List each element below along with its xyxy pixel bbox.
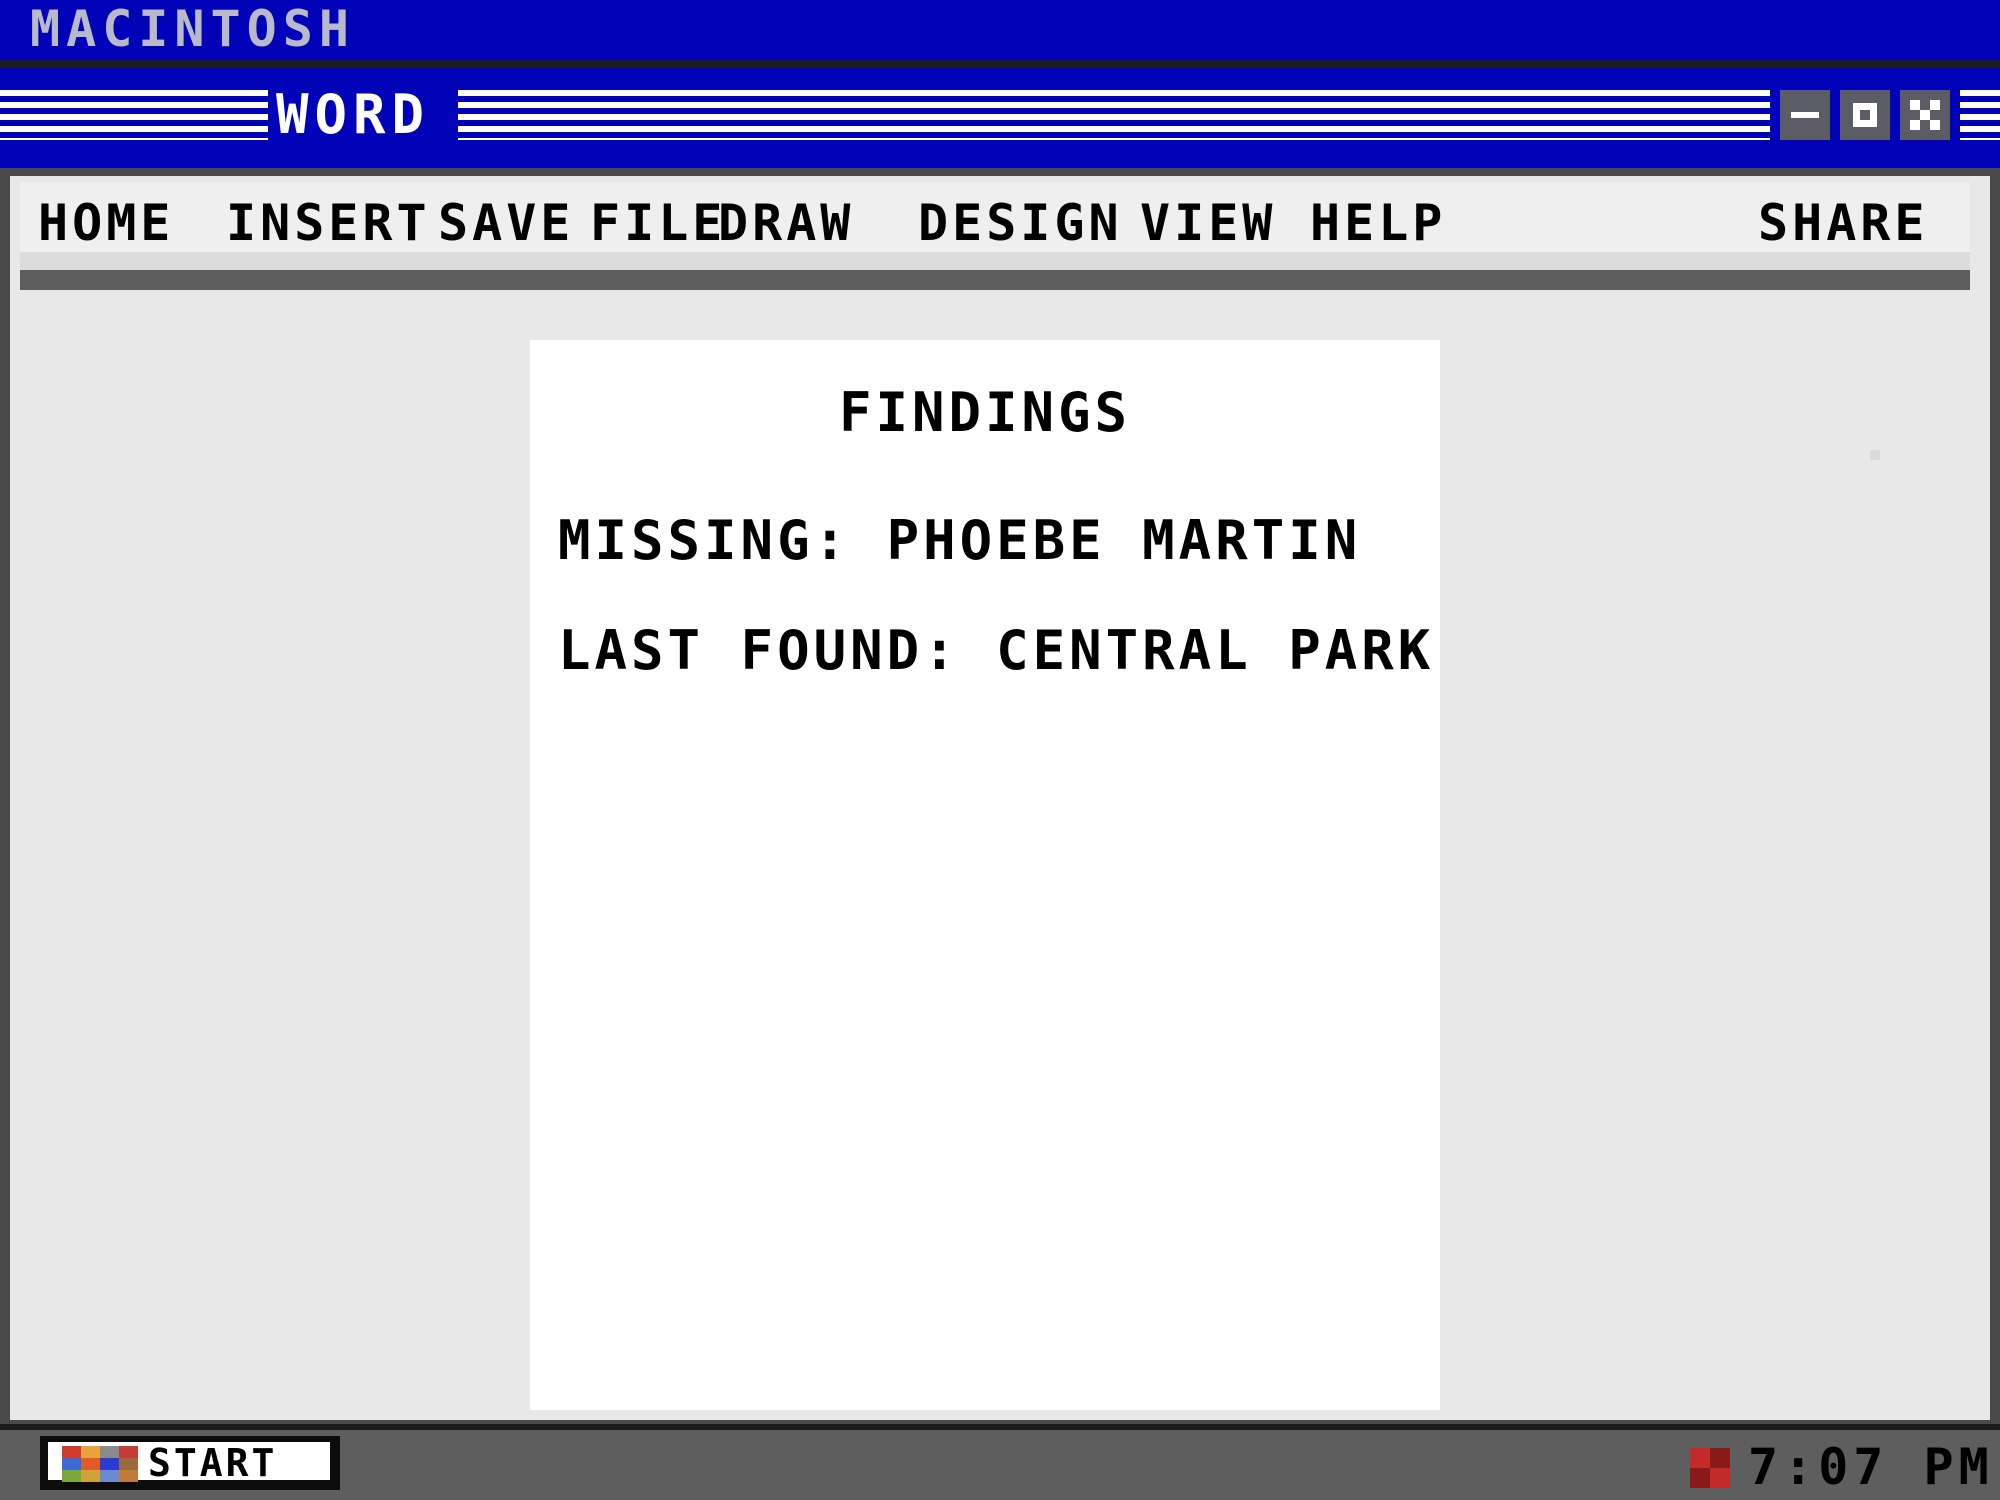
title-stripes-middle (458, 90, 1770, 140)
menu-item-view[interactable]: VIEW (1140, 198, 1276, 248)
ruler-bar (20, 270, 1970, 290)
share-button[interactable]: SHARE (1758, 198, 1929, 248)
desktop-screen: MACINTOSH WORD HOME INSERT SAVE FILE DRA… (0, 0, 2000, 1500)
title-stripes-right (1960, 90, 2000, 140)
start-logo-icon (62, 1446, 138, 1482)
document-line-missing: MISSING: PHOEBE MARTIN (558, 509, 1362, 572)
document-title: FINDINGS (838, 381, 1132, 444)
menu-bar: HOME INSERT SAVE FILE DRAW DESIGN VIEW H… (20, 182, 1970, 252)
start-label: START (148, 1441, 278, 1485)
menu-item-help[interactable]: HELP (1310, 198, 1446, 248)
window-title-bar[interactable]: WORD (0, 68, 2000, 168)
window-title: WORD (276, 83, 431, 146)
minimize-icon (1791, 112, 1819, 118)
menu-item-insert[interactable]: INSERT (226, 198, 431, 248)
tray-status-icon[interactable] (1690, 1448, 1730, 1488)
menu-item-home[interactable]: HOME (38, 198, 174, 248)
canvas-speck (1870, 450, 1880, 460)
toolbar-strip (20, 252, 1970, 270)
taskbar-clock: 7:07 PM (1748, 1438, 1994, 1496)
system-title: MACINTOSH (30, 0, 355, 58)
system-menu-bar: MACINTOSH (0, 0, 2000, 60)
title-stripes-left (0, 90, 268, 140)
system-bar-divider (0, 60, 2000, 68)
start-button[interactable]: START (40, 1436, 340, 1490)
close-button[interactable] (1900, 90, 1950, 140)
maximize-icon (1853, 103, 1877, 127)
maximize-button[interactable] (1840, 90, 1890, 140)
menu-item-file[interactable]: FILE (590, 198, 726, 248)
menu-item-save[interactable]: SAVE (438, 198, 574, 248)
document-page[interactable]: FINDINGS MISSING: PHOEBE MARTIN LAST FOU… (530, 340, 1440, 1410)
start-button-face: START (48, 1441, 330, 1485)
menu-item-design[interactable]: DESIGN (918, 198, 1123, 248)
minimize-button[interactable] (1780, 90, 1830, 140)
document-line-last-found: LAST FOUND: CENTRAL PARK (558, 619, 1435, 682)
close-icon (1910, 100, 1940, 130)
menu-item-draw[interactable]: DRAW (718, 198, 854, 248)
